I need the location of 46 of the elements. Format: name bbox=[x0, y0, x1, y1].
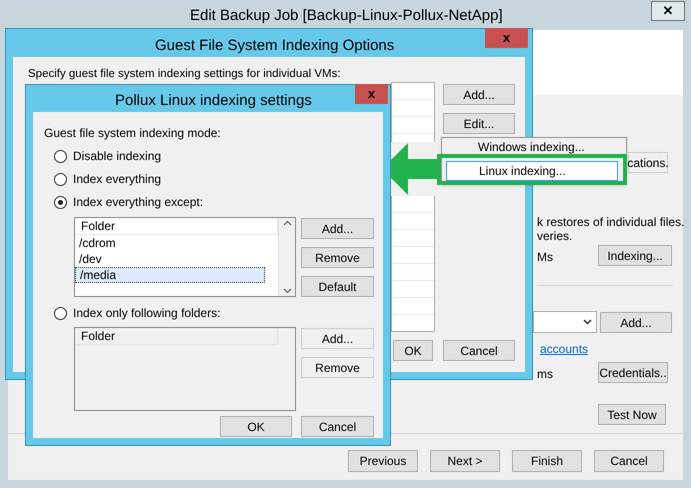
mode-label: Guest file system indexing mode: bbox=[44, 125, 221, 142]
button[interactable]: Previous bbox=[348, 450, 418, 472]
folder-list[interactable]: Folder bbox=[74, 327, 296, 411]
menu-item[interactable]: Linux indexing... bbox=[446, 161, 618, 181]
button[interactable]: Finish bbox=[512, 450, 582, 472]
button[interactable]: Test Now bbox=[598, 404, 666, 425]
button[interactable]: Cancel bbox=[594, 450, 664, 472]
button[interactable]: Edit... bbox=[443, 113, 515, 134]
button[interactable]: Next > bbox=[430, 450, 500, 472]
button[interactable]: Default bbox=[301, 276, 374, 297]
instruction-text: Specify guest file system indexing settings for individual VMs: bbox=[28, 67, 341, 82]
folder-list[interactable]: Folder /cdrom /dev /media bbox=[74, 217, 296, 297]
list-row[interactable]: /dev bbox=[75, 251, 265, 267]
panel-text: ms bbox=[537, 366, 553, 383]
button[interactable]: Cancel bbox=[301, 416, 374, 437]
button[interactable]: Indexing... bbox=[598, 245, 672, 266]
dropdown-field[interactable] bbox=[533, 311, 597, 333]
button[interactable]: OK bbox=[220, 416, 292, 437]
menu-item[interactable]: Windows indexing... bbox=[446, 139, 618, 154]
button[interactable]: Add... bbox=[443, 84, 515, 105]
button[interactable]: OK bbox=[393, 340, 433, 361]
chevron-icon bbox=[583, 319, 592, 325]
column-header[interactable]: Folder bbox=[75, 218, 278, 235]
radio-label: Disable indexing bbox=[73, 148, 162, 165]
button[interactable]: Cancel bbox=[443, 340, 515, 361]
button[interactable]: Add... bbox=[600, 312, 672, 333]
window-title: Edit Backup Job [Backup-Linux-Pollux-NetApp] bbox=[190, 6, 503, 26]
panel-text: k restores of individual files. bbox=[537, 214, 684, 231]
button[interactable]: Add... bbox=[301, 218, 374, 239]
column-header[interactable]: Folder bbox=[75, 328, 278, 345]
button[interactable]: Credentials.. bbox=[598, 362, 668, 383]
list-row[interactable]: /cdrom bbox=[75, 235, 265, 251]
button[interactable]: Remove bbox=[301, 247, 374, 268]
panel-text: veries. bbox=[537, 228, 572, 245]
radio-label: Index everything bbox=[73, 171, 162, 188]
dialog-title: Pollux Linux indexing settings bbox=[115, 91, 312, 111]
scrollbar[interactable] bbox=[278, 218, 295, 296]
radio-label: Index only following folders: bbox=[73, 305, 220, 322]
dialog-title: Guest File System Indexing Options bbox=[155, 36, 394, 56]
close-button[interactable]: ✕ bbox=[651, 1, 685, 21]
accounts-link[interactable]: accounts bbox=[540, 340, 588, 358]
radio-label: Index everything except: bbox=[73, 194, 204, 211]
panel-text: Ms bbox=[537, 249, 553, 266]
close-button[interactable]: x bbox=[485, 28, 528, 48]
close-button[interactable]: x bbox=[355, 84, 388, 104]
list-row[interactable]: /media bbox=[75, 267, 265, 283]
